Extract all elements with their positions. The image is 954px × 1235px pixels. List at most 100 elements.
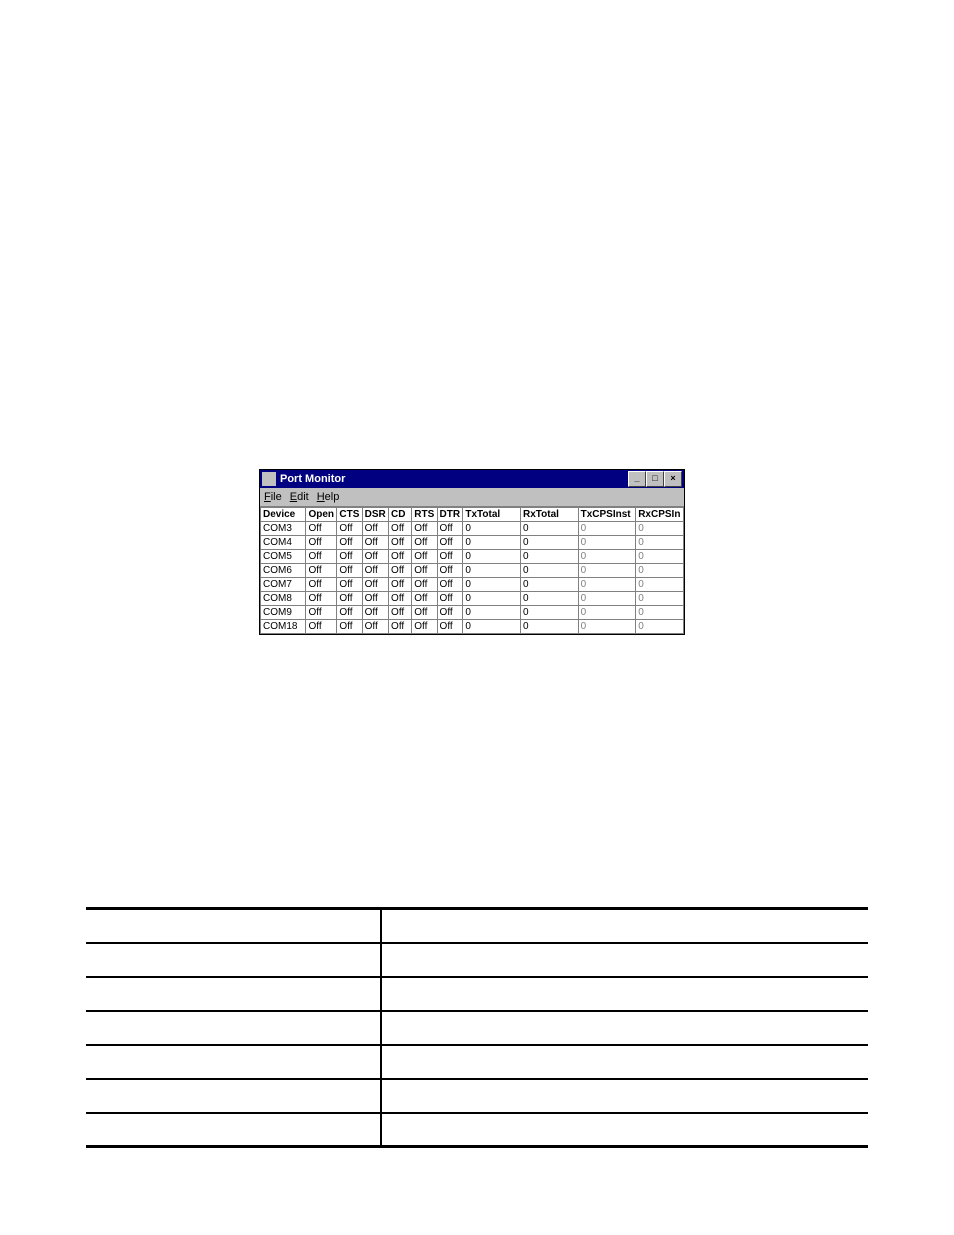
- cell-device: COM7: [261, 578, 306, 592]
- info-row: [86, 909, 868, 943]
- menu-edit[interactable]: Edit: [290, 491, 309, 503]
- th-device[interactable]: Device: [261, 508, 306, 522]
- th-dtr[interactable]: DTR: [437, 508, 463, 522]
- cell-rxcpsin: 0: [636, 592, 684, 606]
- table-row[interactable]: COM9OffOffOffOffOffOff0000: [261, 606, 684, 620]
- cell-open: Off: [306, 550, 337, 564]
- cell-txcpsinst: 0: [578, 536, 636, 550]
- cell-rts: Off: [412, 522, 437, 536]
- cell-dsr: Off: [362, 564, 388, 578]
- cell-txtotal: 0: [463, 536, 521, 550]
- cell-txtotal: 0: [463, 578, 521, 592]
- cell-open: Off: [306, 536, 337, 550]
- cell-rxcpsin: 0: [636, 578, 684, 592]
- info-row: [86, 977, 868, 1011]
- cell-cts: Off: [337, 564, 362, 578]
- info-cell-right: [381, 1045, 868, 1079]
- cell-cts: Off: [337, 606, 362, 620]
- cell-device: COM8: [261, 592, 306, 606]
- cell-rts: Off: [412, 578, 437, 592]
- menu-file[interactable]: File: [264, 491, 282, 503]
- cell-dsr: Off: [362, 620, 388, 634]
- menubar: File Edit Help: [260, 488, 684, 507]
- info-cell-right: [381, 943, 868, 977]
- th-rxtotal[interactable]: RxTotal: [520, 508, 578, 522]
- cell-rxcpsin: 0: [636, 620, 684, 634]
- info-cell-right: [381, 909, 868, 943]
- info-row: [86, 1011, 868, 1045]
- th-txtotal[interactable]: TxTotal: [463, 508, 521, 522]
- cell-open: Off: [306, 606, 337, 620]
- cell-device: COM6: [261, 564, 306, 578]
- cell-rts: Off: [412, 620, 437, 634]
- th-cd[interactable]: CD: [389, 508, 412, 522]
- th-rts[interactable]: RTS: [412, 508, 437, 522]
- cell-txtotal: 0: [463, 550, 521, 564]
- cell-cd: Off: [389, 522, 412, 536]
- minimize-button[interactable]: _: [628, 471, 646, 487]
- th-cts[interactable]: CTS: [337, 508, 362, 522]
- info-row: [86, 1045, 868, 1079]
- cell-open: Off: [306, 564, 337, 578]
- table-row[interactable]: COM6OffOffOffOffOffOff0000: [261, 564, 684, 578]
- cell-dtr: Off: [437, 578, 463, 592]
- cell-txtotal: 0: [463, 592, 521, 606]
- info-cell-right: [381, 1011, 868, 1045]
- cell-rts: Off: [412, 606, 437, 620]
- info-table: [86, 907, 868, 1148]
- cell-cts: Off: [337, 536, 362, 550]
- cell-open: Off: [306, 578, 337, 592]
- cell-dsr: Off: [362, 536, 388, 550]
- table-row[interactable]: COM8OffOffOffOffOffOff0000: [261, 592, 684, 606]
- cell-rxtotal: 0: [520, 550, 578, 564]
- cell-cts: Off: [337, 592, 362, 606]
- cell-rxtotal: 0: [520, 522, 578, 536]
- cell-open: Off: [306, 592, 337, 606]
- cell-device: COM18: [261, 620, 306, 634]
- cell-rxtotal: 0: [520, 564, 578, 578]
- cell-cd: Off: [389, 578, 412, 592]
- cell-cd: Off: [389, 550, 412, 564]
- info-cell-left: [86, 1079, 381, 1113]
- cell-open: Off: [306, 620, 337, 634]
- titlebar-buttons: _ □ ×: [628, 471, 682, 487]
- titlebar[interactable]: Port Monitor _ □ ×: [260, 470, 684, 488]
- table-row[interactable]: COM3OffOffOffOffOffOff0000: [261, 522, 684, 536]
- cell-dtr: Off: [437, 606, 463, 620]
- cell-txcpsinst: 0: [578, 550, 636, 564]
- cell-cd: Off: [389, 536, 412, 550]
- table-row[interactable]: COM7OffOffOffOffOffOff0000: [261, 578, 684, 592]
- info-row: [86, 943, 868, 977]
- table-row[interactable]: COM5OffOffOffOffOffOff0000: [261, 550, 684, 564]
- cell-device: COM9: [261, 606, 306, 620]
- cell-dtr: Off: [437, 522, 463, 536]
- th-dsr[interactable]: DSR: [362, 508, 388, 522]
- table-row[interactable]: COM18OffOffOffOffOffOff0000: [261, 620, 684, 634]
- cell-rxtotal: 0: [520, 592, 578, 606]
- cell-dsr: Off: [362, 592, 388, 606]
- cell-rxtotal: 0: [520, 620, 578, 634]
- cell-cd: Off: [389, 592, 412, 606]
- cell-dtr: Off: [437, 550, 463, 564]
- cell-rxcpsin: 0: [636, 550, 684, 564]
- close-button[interactable]: ×: [664, 471, 682, 487]
- cell-cts: Off: [337, 550, 362, 564]
- cell-txtotal: 0: [463, 564, 521, 578]
- cell-txtotal: 0: [463, 606, 521, 620]
- cell-dtr: Off: [437, 620, 463, 634]
- th-rxcpsin[interactable]: RxCPSIn: [636, 508, 684, 522]
- maximize-button[interactable]: □: [646, 471, 664, 487]
- info-row: [86, 1079, 868, 1113]
- cell-rxcpsin: 0: [636, 522, 684, 536]
- th-txcpsinst[interactable]: TxCPSInst: [578, 508, 636, 522]
- app-icon: [262, 472, 276, 486]
- table-row[interactable]: COM4OffOffOffOffOffOff0000: [261, 536, 684, 550]
- cell-rxcpsin: 0: [636, 536, 684, 550]
- cell-rts: Off: [412, 592, 437, 606]
- menu-help[interactable]: Help: [317, 491, 340, 503]
- port-monitor-window: Port Monitor _ □ × File Edit Help Device…: [259, 469, 685, 635]
- cell-dsr: Off: [362, 522, 388, 536]
- th-open[interactable]: Open: [306, 508, 337, 522]
- cell-cd: Off: [389, 606, 412, 620]
- port-table: Device Open CTS DSR CD RTS DTR TxTotal R…: [260, 507, 684, 634]
